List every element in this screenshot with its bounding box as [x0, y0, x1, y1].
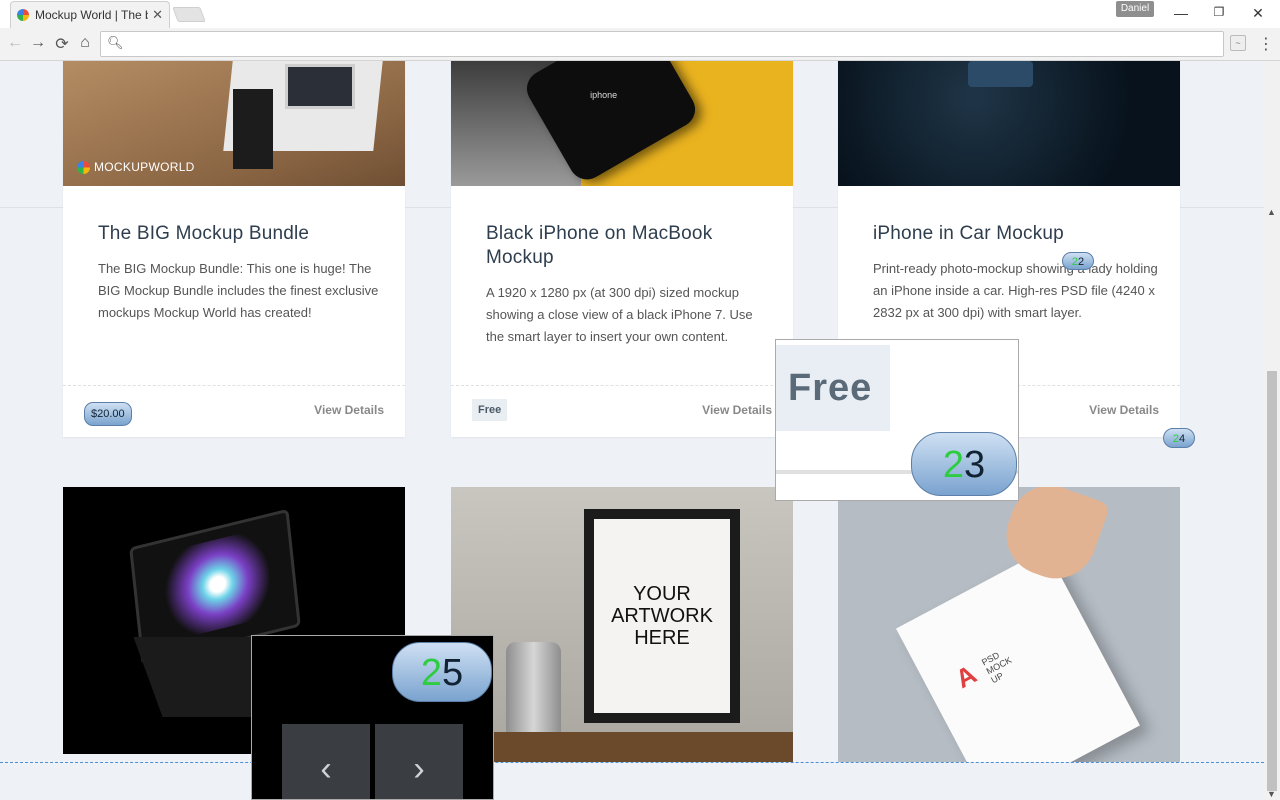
phone-shape	[968, 61, 1033, 87]
card-title[interactable]: Black iPhone on MacBook Mockup	[486, 222, 776, 270]
bubble-digit-green: 2	[420, 652, 442, 694]
minimize-icon[interactable]: —	[1171, 5, 1191, 21]
browser-tab[interactable]: Mockup World | The best ✕	[10, 1, 170, 28]
logo-text: MOCKUPWORLD	[94, 160, 195, 174]
annotation-bubble-25: 25	[392, 642, 492, 702]
card-image[interactable]: MOCKUPWORLD	[63, 61, 405, 186]
product-card-big-bundle[interactable]: MOCKUPWORLD The BIG Mockup Bundle The BI…	[63, 61, 405, 437]
browser-toolbar: ← → ⟳ ⌂ 🔍︎ ~ ⋮	[0, 28, 1280, 61]
user-profile-badge[interactable]: Daniel	[1116, 1, 1154, 17]
search-icon: 🔍︎	[107, 35, 124, 50]
product-card-black-iphone[interactable]: iphone Black iPhone on MacBook Mockup A …	[451, 61, 793, 437]
address-input[interactable]	[127, 35, 1207, 53]
favicon-icon	[17, 9, 29, 21]
view-details-link[interactable]: View Details	[702, 403, 772, 417]
card-title[interactable]: iPhone in Car Mockup	[873, 222, 1163, 246]
paper-sheet: A PSD MOCK UP	[896, 548, 1140, 762]
card-footer: Free View Details	[451, 385, 793, 435]
bubble-digit: 5	[442, 652, 464, 694]
magnifier-panel-23: Free 23	[775, 339, 1019, 501]
paper-logo: A	[950, 658, 982, 694]
card-image[interactable]	[838, 61, 1180, 186]
bubble-digit-green: 2	[942, 444, 964, 486]
annotation-bubble-23: 23	[911, 432, 1017, 496]
screen-splash	[153, 525, 283, 644]
mockupworld-logo: MOCKUPWORLD	[77, 160, 195, 174]
shelf-shape	[451, 732, 793, 762]
price-badge: $20.00	[84, 402, 132, 426]
page-scrollbar[interactable]: ▲ ▼	[1264, 61, 1280, 800]
forward-icon[interactable]: →	[28, 34, 48, 52]
home-icon[interactable]: ⌂	[75, 34, 95, 52]
card-description: Print-ready photo-mockup showing a lady …	[873, 261, 1158, 320]
view-details-link[interactable]: View Details	[1089, 403, 1159, 417]
iphone-text: iphone	[590, 90, 618, 101]
carousel-prev-button[interactable]: ‹	[282, 724, 370, 799]
browser-titlebar: Mockup World | The best ✕ Daniel — ❐ ✕	[0, 0, 1280, 28]
carousel-next-button[interactable]: ›	[375, 724, 463, 799]
laptop-shape	[285, 64, 355, 109]
menu-icon[interactable]: ⋮	[1258, 34, 1274, 54]
address-bar[interactable]: 🔍︎	[100, 31, 1224, 57]
frame-line: YOUR	[633, 583, 691, 605]
annotation-bubble-22: 22	[1062, 252, 1094, 270]
view-details-link[interactable]: View Details	[314, 403, 384, 417]
magnified-free-label: Free	[776, 345, 890, 431]
picture-frame: YOUR ARTWORK HERE	[584, 509, 740, 723]
notebook-shape	[233, 89, 273, 169]
product-image-paper[interactable]: A PSD MOCK UP	[838, 487, 1180, 762]
card-title[interactable]: The BIG Mockup Bundle	[98, 222, 388, 246]
frame-line: ARTWORK	[611, 605, 713, 627]
back-icon[interactable]: ←	[5, 34, 25, 52]
new-tab-button[interactable]	[172, 7, 206, 22]
page-viewport: MOCKUPWORLD The BIG Mockup Bundle The BI…	[0, 61, 1264, 800]
close-window-icon[interactable]: ✕	[1248, 5, 1268, 22]
bubble-digit: 3	[964, 444, 986, 486]
annotation-bubble-24: 24	[1163, 428, 1195, 448]
card-image[interactable]: iphone	[451, 61, 793, 186]
magnifier-panel-25: 25 ‹ ›	[251, 635, 494, 800]
scroll-up-icon[interactable]: ▲	[1267, 207, 1276, 217]
card-description: A 1920 x 1280 px (at 300 dpi) sized mock…	[486, 285, 753, 344]
vase-shape	[506, 642, 561, 742]
logo-icon	[77, 160, 90, 174]
extension-icon[interactable]: ~	[1230, 35, 1246, 51]
tab-title: Mockup World | The best	[35, 8, 148, 22]
card-footer: $20.00 View Details	[63, 385, 405, 435]
frame-line: HERE	[634, 627, 690, 649]
frame-artwork: YOUR ARTWORK HERE	[594, 519, 730, 713]
price-badge: Free	[472, 399, 508, 421]
selection-guide-line	[0, 762, 1264, 763]
close-tab-icon[interactable]: ✕	[152, 7, 163, 23]
reload-icon[interactable]: ⟳	[52, 34, 72, 54]
product-image-frame[interactable]: YOUR ARTWORK HERE	[451, 487, 793, 762]
scroll-down-icon[interactable]: ▼	[1267, 789, 1276, 799]
restore-icon[interactable]: ❐	[1209, 5, 1229, 19]
scroll-thumb[interactable]	[1267, 371, 1277, 791]
card-description: The BIG Mockup Bundle: This one is huge!…	[98, 261, 379, 320]
paper-text: PSD MOCK UP	[979, 650, 1014, 686]
